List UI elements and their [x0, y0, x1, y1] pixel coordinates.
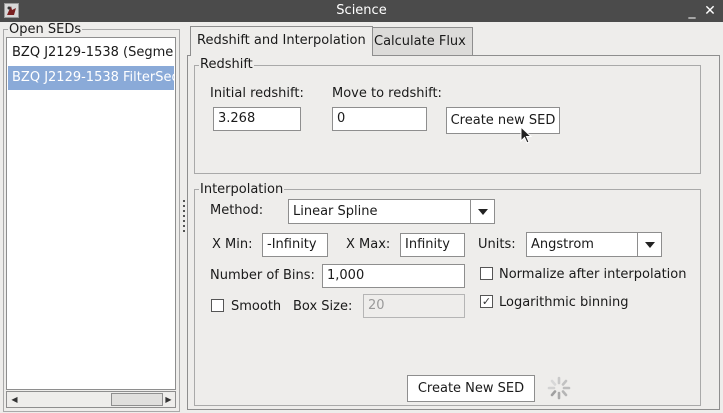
method-select[interactable]: Linear Spline — [288, 199, 495, 224]
method-value: Linear Spline — [293, 204, 378, 219]
interpolation-title: Interpolation — [199, 182, 285, 197]
normalize-label: Normalize after interpolation — [499, 267, 687, 282]
normalize-checkbox[interactable] — [480, 267, 493, 280]
number-of-bins-field[interactable]: 1,000 — [322, 264, 465, 288]
scroll-right-icon[interactable]: ▶ — [161, 392, 176, 407]
tab-redshift-interpolation[interactable]: Redshift and Interpolation — [190, 26, 373, 56]
method-label: Method: — [210, 203, 264, 218]
busy-spinner-icon — [547, 376, 571, 400]
move-redshift-field[interactable]: 0 — [332, 107, 427, 131]
box-size-field[interactable]: 20 — [363, 294, 465, 318]
scrollbar-thumb[interactable] — [111, 393, 163, 406]
logarithmic-binning-label: Logarithmic binning — [499, 295, 629, 310]
smooth-label: Smooth — [231, 299, 282, 314]
xmax-label: X Max: — [346, 237, 391, 252]
initial-redshift-label: Initial redshift: — [210, 86, 304, 101]
units-select[interactable]: Angstrom — [526, 232, 662, 257]
close-icon[interactable]: ✕ — [701, 2, 719, 20]
chevron-down-icon[interactable] — [637, 233, 661, 256]
split-pane-divider[interactable] — [182, 200, 186, 236]
xmax-field[interactable]: Infinity — [400, 233, 465, 257]
window-title: Science — [336, 3, 387, 18]
units-value: Angstrom — [531, 237, 594, 252]
initial-redshift-field[interactable]: 3.268 — [213, 107, 301, 131]
list-item-selected[interactable]: BZQ J2129-1538 FilterSed — [8, 66, 174, 90]
move-redshift-label: Move to redshift: — [332, 86, 442, 101]
number-of-bins-label: Number of Bins: — [210, 268, 315, 283]
redshift-title: Redshift — [199, 57, 254, 72]
list-item[interactable]: BZQ J2129-1538 (Segment — [8, 41, 174, 65]
minimize-icon[interactable]: _ — [683, 2, 701, 20]
sed-list-scrollbar[interactable]: ◀ ▶ — [6, 391, 176, 408]
chevron-down-icon[interactable] — [470, 200, 494, 223]
tab-calculate-flux[interactable]: Calculate Flux — [367, 27, 473, 55]
open-seds-title: Open SEDs — [8, 22, 83, 37]
create-new-sed-interpolation-button[interactable]: Create New SED — [407, 375, 535, 402]
logarithmic-binning-checkbox[interactable]: ✓ — [480, 295, 493, 308]
xmin-label: X Min: — [212, 237, 253, 252]
xmin-field[interactable]: -Infinity — [262, 233, 328, 257]
create-new-sed-button[interactable]: Create new SED — [446, 107, 560, 134]
scroll-left-icon[interactable]: ◀ — [7, 392, 22, 407]
sed-list[interactable]: BZQ J2129-1538 (Segment BZQ J2129-1538 F… — [6, 37, 176, 390]
window-title-bar: Science _ ✕ — [0, 0, 723, 22]
check-icon: ✓ — [481, 295, 492, 308]
mouse-cursor-icon — [520, 126, 533, 144]
smooth-checkbox[interactable] — [211, 299, 224, 312]
units-label: Units: — [478, 237, 516, 252]
box-size-label: Box Size: — [293, 299, 353, 314]
